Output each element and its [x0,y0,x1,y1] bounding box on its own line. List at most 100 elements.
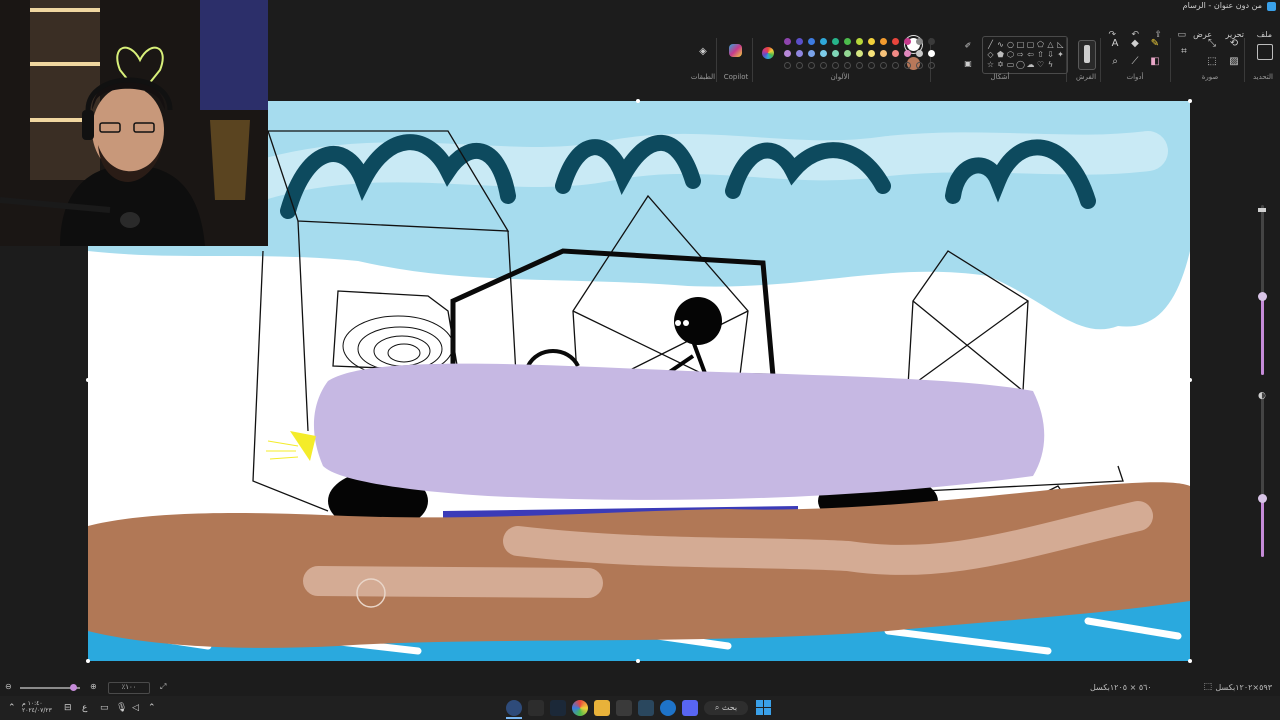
color-swatch[interactable] [808,38,815,45]
color-swatch[interactable] [904,38,911,45]
shape-fill-icon[interactable]: ▣ [962,58,974,70]
color-swatch[interactable] [916,38,923,45]
right-triangle-shape-icon[interactable]: ◺ [1056,40,1065,49]
custom-color-slot[interactable] [928,62,935,69]
color-swatch[interactable] [856,38,863,45]
rounded-rect-shape-icon[interactable]: ▢ [1026,40,1035,49]
star6-shape-icon[interactable]: ✡ [996,60,1005,69]
color-swatch[interactable] [784,38,791,45]
steam-taskbar-icon[interactable] [638,700,654,716]
crop-icon[interactable]: ⌗ [1178,46,1190,58]
brush-size-slider[interactable] [1258,205,1267,375]
edge-taskbar-icon[interactable] [660,700,676,716]
color-swatch[interactable] [844,50,851,57]
line-shape-icon[interactable]: ╱ [986,40,995,49]
color-picker-icon[interactable]: ⟋ [1129,56,1141,68]
color-swatch[interactable] [880,38,887,45]
eraser-tool-icon[interactable]: ◧ [1149,56,1161,68]
fit-to-window-icon[interactable]: ⤢ [160,682,166,692]
custom-color-slot[interactable] [868,62,875,69]
color-swatch[interactable] [796,50,803,57]
star5-shape-icon[interactable]: ☆ [986,60,995,69]
microphone-icon[interactable]: 🎙 [116,703,127,713]
arrow-left-shape-icon[interactable]: ⇦ [1026,50,1035,59]
opacity-thumb[interactable] [1258,494,1267,503]
custom-color-slot[interactable] [784,62,791,69]
store-taskbar-icon[interactable] [616,700,632,716]
paint-taskbar-icon[interactable] [506,700,522,716]
callout-oval-shape-icon[interactable]: ◯ [1016,60,1025,69]
language-indicator[interactable]: ع [82,703,87,713]
heart-shape-icon[interactable]: ♡ [1036,60,1045,69]
polygon-shape-icon[interactable]: ⬠ [1036,40,1045,49]
brush-size-thumb[interactable] [1258,292,1267,301]
taskbar-search-box[interactable]: ⌕ بحث [704,701,748,715]
chrome-taskbar-icon[interactable] [572,700,588,716]
pencil-tool-icon[interactable]: ✎ [1149,38,1161,50]
fill-tool-icon[interactable]: ◆ [1129,38,1141,50]
custom-color-slot[interactable] [832,62,839,69]
custom-color-slot[interactable] [844,62,851,69]
resize-icon[interactable]: ⤡ [1206,38,1218,50]
zoom-out-icon[interactable]: ⊖ [5,682,12,691]
canvas-resize-handle-top[interactable] [636,99,640,103]
color-swatch[interactable] [820,50,827,57]
layers-icon[interactable]: ◈ [697,46,709,58]
diamond-shape-icon[interactable]: ◇ [986,50,995,59]
clock[interactable]: ١٠:٤٠ م ٢٠٢٤/٠٧/٢٣ [22,700,52,714]
opacity-slider[interactable] [1258,392,1267,557]
copilot-icon[interactable] [729,44,742,57]
color-swatch[interactable] [844,38,851,45]
custom-color-slot[interactable] [880,62,887,69]
triangle-shape-icon[interactable]: △ [1046,40,1055,49]
custom-color-slot[interactable] [916,62,923,69]
color-swatch[interactable] [820,38,827,45]
color-swatch[interactable] [856,50,863,57]
star4-shape-icon[interactable]: ✦ [1056,50,1065,59]
color-swatch[interactable] [892,50,899,57]
color-swatch[interactable] [832,38,839,45]
custom-color-slot[interactable] [892,62,899,69]
pentagon-shape-icon[interactable]: ⬟ [996,50,1005,59]
custom-color-slot[interactable] [796,62,803,69]
callout-cloud-shape-icon[interactable]: ☁ [1026,60,1035,69]
brushes-button[interactable] [1078,40,1096,70]
color-swatch[interactable] [784,50,791,57]
edit-colors-icon[interactable] [762,47,774,59]
zoom-slider-thumb[interactable] [70,684,77,691]
network-icon[interactable]: ▭ [100,703,109,713]
arrow-up-shape-icon[interactable]: ⇧ [1036,50,1045,59]
color-swatch[interactable] [928,38,935,45]
tray-overflow-icon[interactable]: ⌃ [148,703,156,713]
color-swatch[interactable] [904,50,911,57]
color-swatch[interactable] [880,50,887,57]
arrow-right-shape-icon[interactable]: ⇨ [1016,50,1025,59]
background-remove-icon[interactable]: ▨ [1228,56,1240,68]
custom-color-slot[interactable] [820,62,827,69]
oval-shape-icon[interactable]: ○ [1006,40,1015,49]
zoom-in-icon[interactable]: ⊕ [90,682,97,691]
discord-taskbar-icon[interactable] [682,700,698,716]
magnifier-tool-icon[interactable]: ⌕ [1109,56,1121,68]
color-swatch[interactable] [892,38,899,45]
callout-rect-shape-icon[interactable]: ▭ [1006,60,1015,69]
color-swatch[interactable] [868,50,875,57]
tray-chevron-icon[interactable]: ⌃ [8,703,16,713]
canvas-resize-handle-right[interactable] [1188,378,1192,382]
speaker-icon[interactable]: ◁ [132,703,139,713]
start-button[interactable] [756,700,771,715]
outline-icon[interactable]: ✐ [962,40,974,52]
text-tool-icon[interactable]: A [1109,38,1121,50]
steam-app-taskbar-icon[interactable] [550,700,566,716]
select-icon[interactable] [1257,44,1273,60]
zoom-level-select[interactable]: ٪١٠٠ [108,682,150,694]
curve-shape-icon[interactable]: ∿ [996,40,1005,49]
color-swatch[interactable] [868,38,875,45]
color-swatch[interactable] [916,50,923,57]
canvas-resize-handle-left[interactable] [86,378,90,382]
canvas-resize-handle-bottom[interactable] [636,659,640,663]
hexagon-shape-icon[interactable]: ⬡ [1006,50,1015,59]
color-swatch[interactable] [796,38,803,45]
rectangle-shape-icon[interactable]: □ [1016,40,1025,49]
lightning-shape-icon[interactable]: ϟ [1046,60,1055,69]
